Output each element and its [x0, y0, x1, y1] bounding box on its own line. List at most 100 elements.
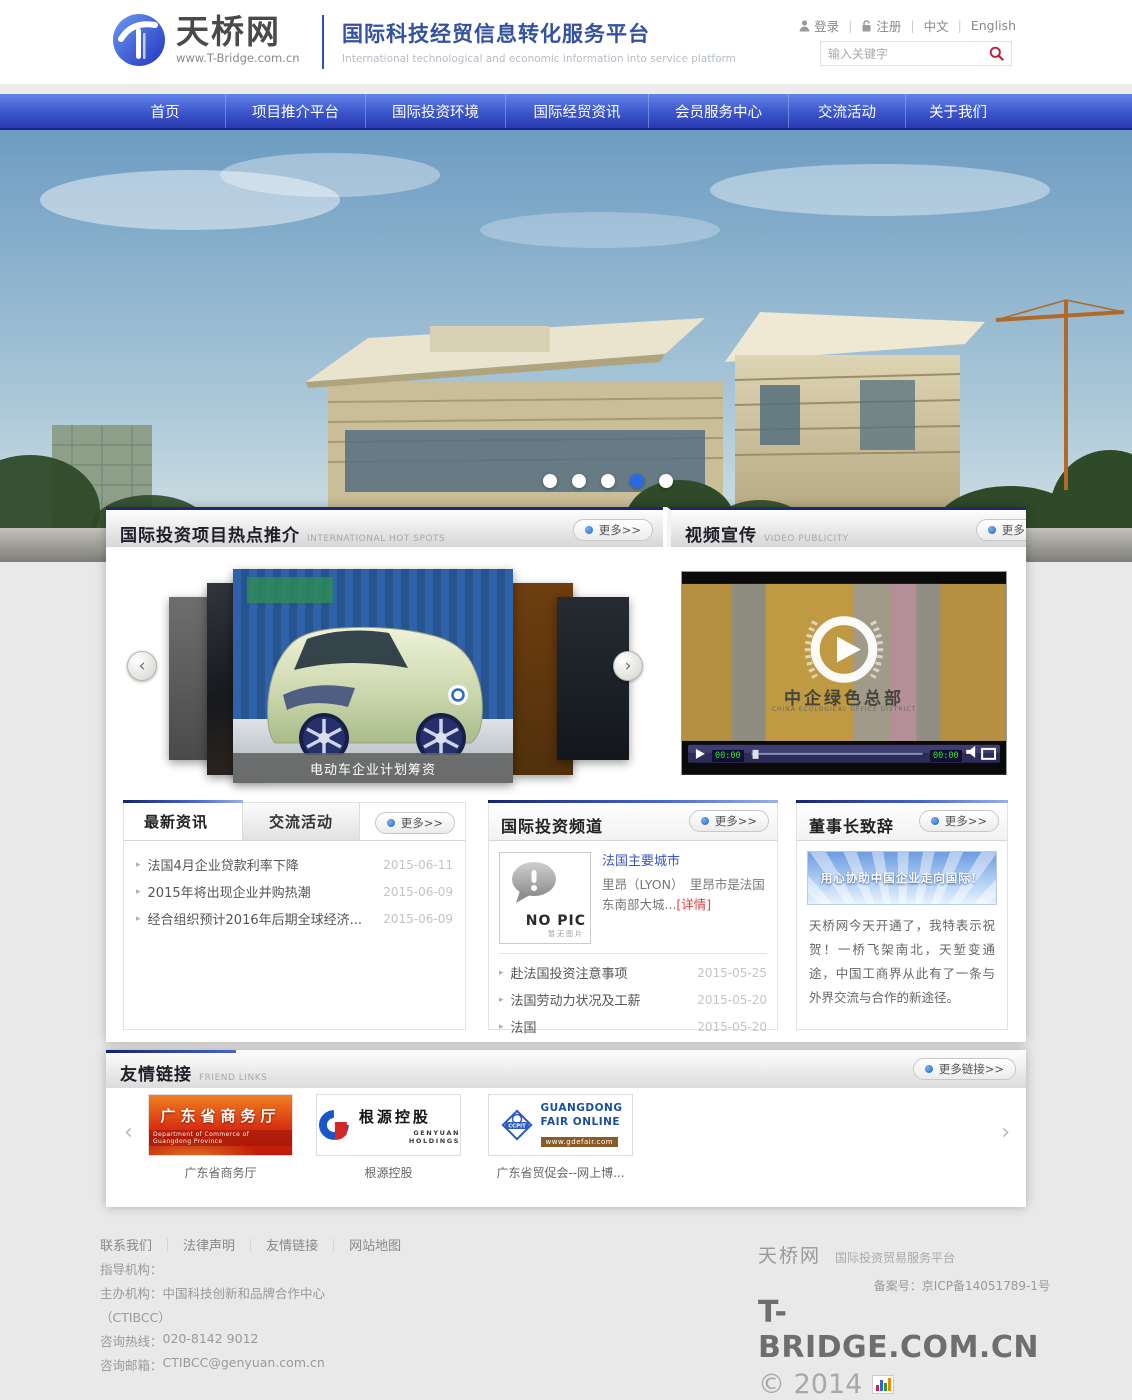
hero-dot-1[interactable] — [543, 474, 557, 488]
main-nav: 首页 项目推介平台 国际投资环境 国际经贸资讯 会员服务中心 交流活动 关于我们 — [0, 94, 1132, 130]
invest-item[interactable]: ▸ 赴法国投资注意事项 2015-05-25 — [499, 959, 767, 986]
footer-link-sitemap[interactable]: 网站地图 — [349, 1235, 401, 1254]
news-item[interactable]: ▸ 经合组织预计2016年后期全球经济... 2015-06-09 — [136, 905, 453, 932]
site-title: 国际科技经贸信息转化服务平台 — [342, 18, 736, 48]
bullet-arrow-icon: ▸ — [136, 887, 141, 897]
featured-detail-link[interactable]: [详情] — [676, 897, 711, 912]
chairman-more-button[interactable]: 更多>> — [919, 810, 999, 832]
search-input[interactable] — [828, 47, 989, 61]
invest-channel-more-button[interactable]: 更多>> — [689, 810, 769, 832]
pill-dot-icon — [701, 817, 709, 825]
lang-chinese-link[interactable]: 中文 — [924, 16, 949, 35]
friend-link-caption[interactable]: 广东省商务厅 — [148, 1164, 293, 1181]
site-url: www.T-Bridge.com.cn — [176, 51, 300, 65]
video-frame — [682, 572, 1006, 775]
carousel-slide-center[interactable]: 电动车企业计划筹资 — [233, 569, 513, 783]
nav-item-activities[interactable]: 交流活动 — [788, 94, 905, 128]
chairman-banner[interactable]: 用心协助中国企业走向国际！ — [807, 851, 997, 905]
footer-guide-line: 指导机构： — [100, 1259, 401, 1278]
more-label: 更多>> — [599, 522, 641, 538]
friend-links-subtitle: FRIEND LINKS — [199, 1073, 267, 1083]
news-item[interactable]: ▸ 法国4月企业贷款利率下降 2015-06-11 — [136, 851, 453, 878]
footer-copyright-row: © 2014 — [758, 1369, 1050, 1400]
site-subtitle: International technological and economic… — [342, 53, 736, 65]
hero-building-photo — [0, 130, 1132, 562]
featured-link-title[interactable]: 法国主要城市 — [602, 852, 767, 873]
separator: | — [848, 18, 852, 33]
carousel-prev-button[interactable] — [127, 651, 157, 681]
carousel-next-button[interactable] — [613, 651, 643, 681]
lang-en-label: English — [971, 18, 1016, 33]
friend-links-header: 友情链接 FRIEND LINKS 更多链接>> — [106, 1050, 1026, 1088]
carousel-slide-far-right[interactable] — [557, 597, 629, 760]
bullet-arrow-icon: ▸ — [136, 914, 141, 924]
news-more-button[interactable]: 更多>> — [375, 812, 455, 834]
invest-featured-item[interactable]: NO PIC 暂无图片 法国主要城市 里昂（LYON） 里昂市是法国东南部大城.… — [489, 841, 777, 953]
pill-dot-icon — [988, 526, 996, 534]
nav-item-projects[interactable]: 项目推介平台 — [225, 94, 365, 128]
search-box — [820, 41, 1012, 66]
hero-dot-2[interactable] — [572, 474, 586, 488]
friend-link-gdcom[interactable]: 广东省商务厅 Department of Commerce of Guangdo… — [148, 1094, 293, 1156]
separator: ｜ — [327, 1235, 340, 1254]
login-link[interactable]: 登录 — [799, 16, 839, 35]
latest-news-box: 最新资讯 交流活动 更多>> ▸ 法国4月企业贷款利率下降 2015-06-11… — [123, 802, 466, 1030]
site-logo[interactable]: 天桥网 www.T-Bridge.com.cn — [112, 13, 300, 67]
hero-dot-5[interactable] — [659, 474, 673, 488]
friend-link-caption[interactable]: 根源控股 — [316, 1164, 461, 1181]
footer-link-friends[interactable]: 友情链接 — [266, 1235, 318, 1254]
invest-item-title: 赴法国投资注意事项 — [511, 963, 692, 982]
invest-item-date: 2015-05-25 — [697, 966, 767, 980]
hero-dot-3[interactable] — [601, 474, 615, 488]
nopic-caption: 暂无图片 — [500, 929, 584, 939]
hotline-label: 咨询热线： — [100, 1331, 163, 1350]
lang-english-link[interactable]: English — [971, 18, 1016, 33]
footer-links: 联系我们 ｜ 法律声明 ｜ 友情链接 ｜ 网站地图 — [100, 1235, 401, 1254]
footer-link-legal[interactable]: 法律声明 — [183, 1235, 235, 1254]
video-more-button[interactable]: 更多>> — [976, 519, 1026, 541]
news-item[interactable]: ▸ 2015年将出现企业并购热潮 2015-06-09 — [136, 878, 453, 905]
invest-item-title: 法国 — [511, 1017, 692, 1036]
friend-link-caption[interactable]: 广东省贸促会--网上博... — [488, 1164, 633, 1181]
footer-link-contact[interactable]: 联系我们 — [100, 1235, 152, 1254]
video-player[interactable]: 中企绿色总部 CHINA ECOLOGICAL OFFICE DISTRICT … — [681, 571, 1007, 775]
chairman-box: 董事长致辞 更多>> 用心协助中国企业走向国际！ 天桥网今天开通了，我特表示祝贺… — [796, 802, 1008, 1030]
carousel-slide-caption: 电动车企业计划筹资 — [233, 753, 513, 783]
nav-item-trade-news[interactable]: 国际经贸资讯 — [505, 94, 648, 128]
invest-item-date: 2015-05-20 — [697, 993, 767, 1007]
register-link[interactable]: 注册 — [861, 16, 901, 35]
friend-links-next-button[interactable] — [1001, 1122, 1010, 1144]
pill-dot-icon — [585, 526, 593, 534]
search-icon[interactable] — [989, 46, 1004, 61]
hotspots-subtitle: INTERNATIONAL HOT SPOTS — [307, 534, 445, 544]
bullet-arrow-icon: ▸ — [136, 860, 141, 870]
tab-activities[interactable]: 交流活动 — [242, 803, 360, 840]
hotspots-more-button[interactable]: 更多>> — [573, 519, 653, 541]
guide-label: 指导机构： — [100, 1259, 163, 1278]
visit-counter-badge-icon[interactable] — [872, 1375, 894, 1394]
nav-item-home[interactable]: 首页 — [105, 94, 225, 128]
footer-icp: 备案号：京ICP备14051789-1号 — [758, 1277, 1050, 1294]
friend-link-genyuan[interactable]: 根源控股 GENYUAN HOLDINGS — [316, 1094, 461, 1156]
footer-left: 联系我们 ｜ 法律声明 ｜ 友情链接 ｜ 网站地图 指导机构： 主办机构： 中国… — [100, 1235, 401, 1374]
hero-carousel-dots — [543, 474, 673, 488]
nav-item-about[interactable]: 关于我们 — [905, 94, 1010, 128]
invest-item-date: 2015-05-20 — [697, 1020, 767, 1034]
nav-item-invest-env[interactable]: 国际投资环境 — [365, 94, 505, 128]
page-footer: 联系我们 ｜ 法律声明 ｜ 友情链接 ｜ 网站地图 指导机构： 主办机构： 中国… — [0, 1207, 1132, 1365]
tab-latest-news[interactable]: 最新资讯 — [124, 803, 242, 840]
user-icon — [799, 20, 810, 32]
nav-item-member-center[interactable]: 会员服务中心 — [648, 94, 788, 128]
pill-dot-icon — [387, 819, 395, 827]
invest-item[interactable]: ▸ 法国 2015-05-20 — [499, 1013, 767, 1040]
host-value2: （CTIBCC） — [100, 1307, 171, 1326]
video-subtitle: VIDEO PUBLICITY — [764, 534, 849, 544]
invest-item[interactable]: ▸ 法国劳动力状况及工薪 2015-05-20 — [499, 986, 767, 1013]
friend-links-prev-button[interactable] — [124, 1122, 133, 1144]
hero-dot-4-active[interactable] — [630, 474, 644, 488]
friend-links-more-button[interactable]: 更多链接>> — [913, 1058, 1016, 1080]
friend-links-panel: 友情链接 FRIEND LINKS 更多链接>> 广东省商务厅 Departme… — [106, 1050, 1026, 1207]
header-divider-strip — [0, 84, 1132, 94]
register-label: 注册 — [876, 16, 901, 35]
friend-link-ccpit[interactable]: CCPIT GUANGDONG FAIR ONLINE www.gdefair.… — [488, 1094, 633, 1156]
